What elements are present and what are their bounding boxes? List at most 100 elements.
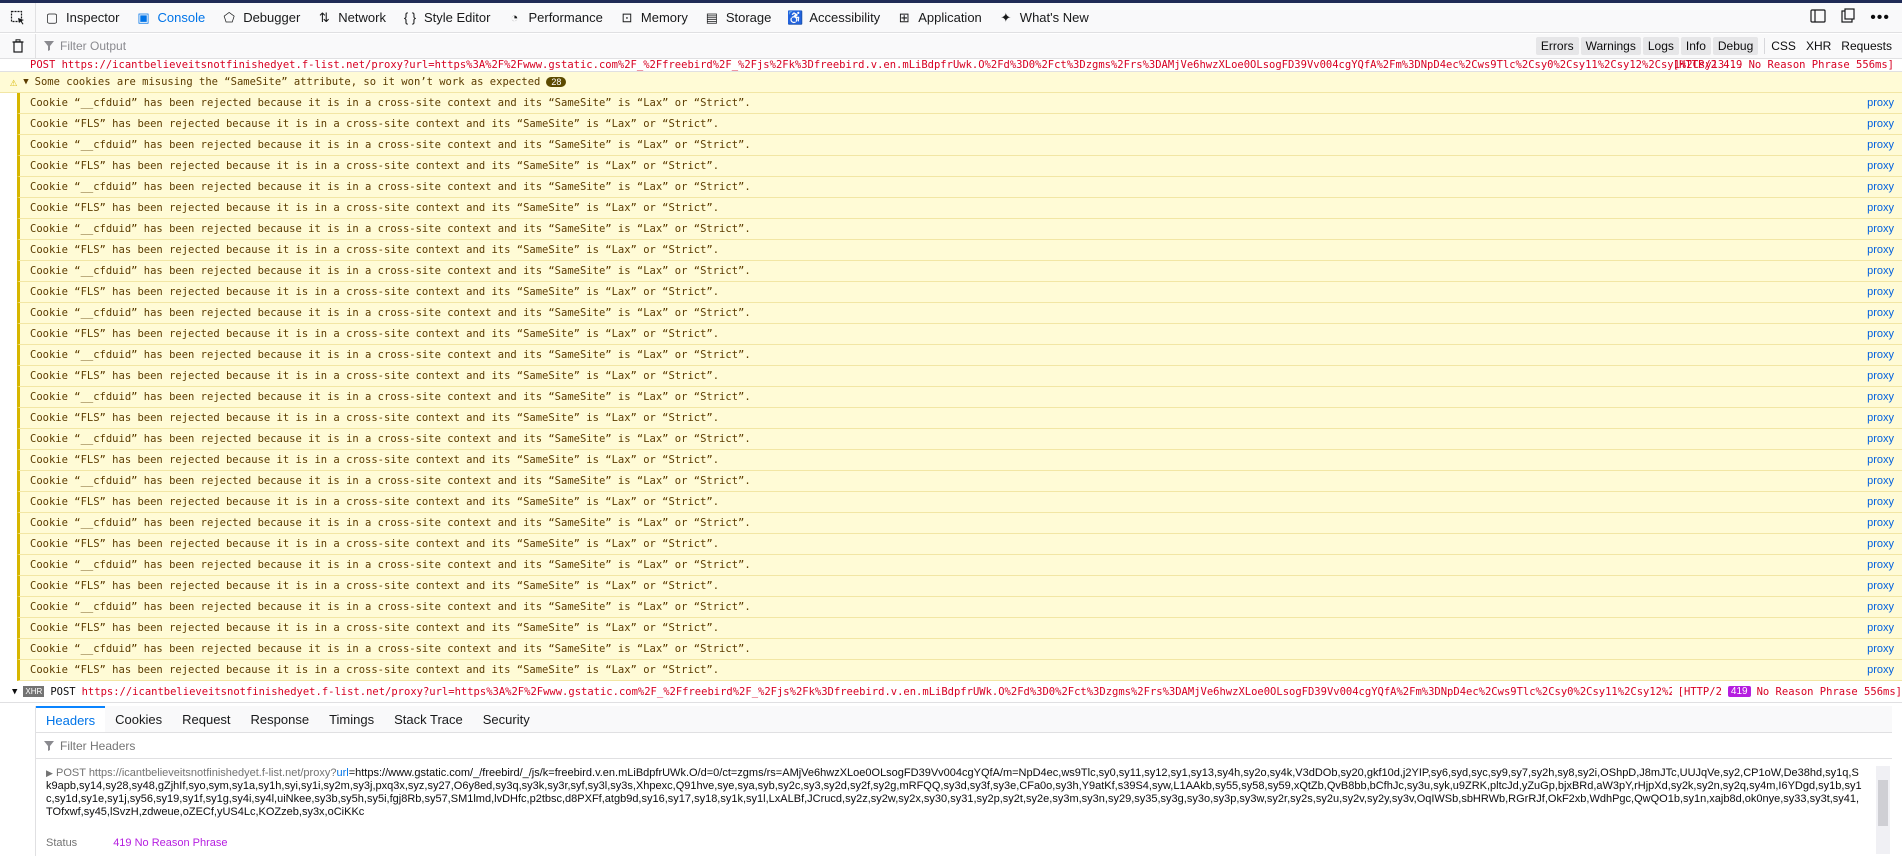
- cookie-warning-message[interactable]: Cookie “FLS” has been rejected because i…: [17, 534, 1902, 555]
- tab-style-editor[interactable]: { } Style Editor: [394, 3, 498, 33]
- message-text: Cookie “__cfduid” has been rejected beca…: [30, 307, 751, 319]
- category-requests-button[interactable]: Requests: [1841, 39, 1892, 53]
- tab-application[interactable]: ⊞ Application: [888, 3, 990, 33]
- message-source-link[interactable]: proxy: [1867, 664, 1894, 676]
- chevron-down-icon[interactable]: ▼: [23, 77, 28, 87]
- level-logs-button[interactable]: Logs: [1642, 37, 1679, 55]
- cookie-warning-message[interactable]: Cookie “__cfduid” has been rejected beca…: [17, 135, 1902, 156]
- message-source-link[interactable]: proxy: [1867, 265, 1894, 277]
- message-source-link[interactable]: proxy: [1867, 496, 1894, 508]
- message-source-link[interactable]: proxy: [1867, 118, 1894, 130]
- cookie-warning-message[interactable]: Cookie “__cfduid” has been rejected beca…: [17, 303, 1902, 324]
- cookie-warning-message[interactable]: Cookie “FLS” has been rejected because i…: [17, 114, 1902, 135]
- log-row-truncated[interactable]: POST https://icantbelieveitsnotfinishedy…: [0, 60, 1902, 72]
- tab-inspector[interactable]: ▢ Inspector: [36, 3, 127, 33]
- tab-label: What's New: [1019, 10, 1089, 25]
- cookie-warning-message[interactable]: Cookie “__cfduid” has been rejected beca…: [17, 261, 1902, 282]
- tab-console[interactable]: ▣ Console: [127, 3, 213, 33]
- cookie-warning-message[interactable]: Cookie “FLS” has been rejected because i…: [17, 576, 1902, 597]
- message-source-link[interactable]: proxy: [1867, 160, 1894, 172]
- filter-headers-input[interactable]: [60, 738, 360, 753]
- xhr-request-row[interactable]: ▼ XHR POST https://icantbelieveitsnotfin…: [0, 681, 1902, 703]
- message-source-link[interactable]: proxy: [1867, 139, 1894, 151]
- chevron-right-icon[interactable]: ▶: [46, 768, 53, 778]
- cookie-warning-message[interactable]: Cookie “__cfduid” has been rejected beca…: [17, 597, 1902, 618]
- message-source-link[interactable]: proxy: [1867, 517, 1894, 529]
- message-source-link[interactable]: proxy: [1867, 202, 1894, 214]
- cookie-warning-message[interactable]: Cookie “__cfduid” has been rejected beca…: [17, 639, 1902, 660]
- details-tab-security[interactable]: Security: [473, 706, 540, 732]
- warning-group-header[interactable]: ⚠ ▼ Some cookies are misusing the “SameS…: [0, 72, 1902, 93]
- split-console-icon[interactable]: [1840, 8, 1856, 27]
- message-source-link[interactable]: proxy: [1867, 412, 1894, 424]
- message-source-link[interactable]: proxy: [1867, 454, 1894, 466]
- message-source-link[interactable]: proxy: [1867, 643, 1894, 655]
- message-source-link[interactable]: proxy: [1867, 223, 1894, 235]
- tab-network[interactable]: ⇅ Network: [308, 3, 394, 33]
- cookie-warning-message[interactable]: Cookie “FLS” has been rejected because i…: [17, 618, 1902, 639]
- cookie-warning-message[interactable]: Cookie “FLS” has been rejected because i…: [17, 450, 1902, 471]
- cookie-warning-message[interactable]: Cookie “FLS” has been rejected because i…: [17, 366, 1902, 387]
- cookie-warning-message[interactable]: Cookie “FLS” has been rejected because i…: [17, 240, 1902, 261]
- level-warnings-button[interactable]: Warnings: [1580, 37, 1641, 55]
- message-source-link[interactable]: proxy: [1867, 475, 1894, 487]
- level-info-button[interactable]: Info: [1680, 37, 1711, 55]
- tab-memory[interactable]: ⊡ Memory: [611, 3, 696, 33]
- details-tab-response[interactable]: Response: [241, 706, 320, 732]
- details-tab-request[interactable]: Request: [172, 706, 240, 732]
- clear-console-button[interactable]: [0, 34, 36, 58]
- cookie-warning-message[interactable]: Cookie “__cfduid” has been rejected beca…: [17, 513, 1902, 534]
- message-source-link[interactable]: proxy: [1867, 244, 1894, 256]
- cookie-warning-message[interactable]: Cookie “__cfduid” has been rejected beca…: [17, 93, 1902, 114]
- tab-what-s-new[interactable]: ✦ What's New: [990, 3, 1097, 33]
- cookie-warning-message[interactable]: Cookie “__cfduid” has been rejected beca…: [17, 387, 1902, 408]
- message-source-link[interactable]: proxy: [1867, 433, 1894, 445]
- cookie-warning-message[interactable]: Cookie “FLS” has been rejected because i…: [17, 324, 1902, 345]
- responsive-design-icon[interactable]: [1810, 9, 1826, 26]
- message-source-link[interactable]: proxy: [1867, 559, 1894, 571]
- element-picker-button[interactable]: [0, 2, 36, 33]
- tab-debugger[interactable]: ⬠ Debugger: [213, 3, 308, 33]
- cookie-warning-message[interactable]: Cookie “FLS” has been rejected because i…: [17, 492, 1902, 513]
- message-source-link[interactable]: proxy: [1867, 286, 1894, 298]
- message-source-link[interactable]: proxy: [1867, 349, 1894, 361]
- cookie-warning-message[interactable]: Cookie “__cfduid” has been rejected beca…: [17, 429, 1902, 450]
- message-source-link[interactable]: proxy: [1867, 97, 1894, 109]
- details-scrollbar[interactable]: [1876, 766, 1890, 854]
- message-source-link[interactable]: proxy: [1867, 580, 1894, 592]
- details-tab-headers[interactable]: Headers: [36, 706, 106, 732]
- cookie-warning-message[interactable]: Cookie “FLS” has been rejected because i…: [17, 408, 1902, 429]
- message-source-link[interactable]: proxy: [1867, 307, 1894, 319]
- message-source-link[interactable]: proxy: [1867, 181, 1894, 193]
- scrollbar-thumb[interactable]: [1878, 780, 1888, 826]
- more-options-icon[interactable]: •••: [1870, 9, 1890, 27]
- cookie-warning-message[interactable]: Cookie “__cfduid” has been rejected beca…: [17, 471, 1902, 492]
- message-source-link[interactable]: proxy: [1867, 538, 1894, 550]
- level-errors-button[interactable]: Errors: [1535, 37, 1579, 55]
- cookie-warning-message[interactable]: Cookie “FLS” has been rejected because i…: [17, 660, 1902, 681]
- tab-performance[interactable]: ◔ Performance: [498, 3, 610, 33]
- details-tab-cookies[interactable]: Cookies: [105, 706, 172, 732]
- tab-accessibility[interactable]: ♿ Accessibility: [779, 3, 888, 33]
- message-source-link[interactable]: proxy: [1867, 622, 1894, 634]
- message-source-link[interactable]: proxy: [1867, 370, 1894, 382]
- details-tab-stack-trace[interactable]: Stack Trace: [384, 706, 473, 732]
- message-source-link[interactable]: proxy: [1867, 328, 1894, 340]
- cookie-warning-message[interactable]: Cookie “FLS” has been rejected because i…: [17, 282, 1902, 303]
- cookie-warning-message[interactable]: Cookie “FLS” has been rejected because i…: [17, 198, 1902, 219]
- details-tab-timings[interactable]: Timings: [319, 706, 384, 732]
- cookie-warning-message[interactable]: Cookie “__cfduid” has been rejected beca…: [17, 345, 1902, 366]
- cookie-warning-message[interactable]: Cookie “__cfduid” has been rejected beca…: [17, 177, 1902, 198]
- message-source-link[interactable]: proxy: [1867, 391, 1894, 403]
- tab-storage[interactable]: ▤ Storage: [696, 3, 780, 33]
- level-debug-button[interactable]: Debug: [1712, 37, 1759, 55]
- message-source-link[interactable]: proxy: [1867, 601, 1894, 613]
- category-css-button[interactable]: CSS: [1771, 39, 1796, 53]
- request-url[interactable]: https://icantbelieveitsnotfinishedyet.f-…: [82, 686, 1672, 698]
- cookie-warning-message[interactable]: Cookie “__cfduid” has been rejected beca…: [17, 219, 1902, 240]
- cookie-warning-message[interactable]: Cookie “__cfduid” has been rejected beca…: [17, 555, 1902, 576]
- cookie-warning-message[interactable]: Cookie “FLS” has been rejected because i…: [17, 156, 1902, 177]
- filter-output-input[interactable]: [60, 39, 660, 53]
- category-xhr-button[interactable]: XHR: [1806, 39, 1831, 53]
- chevron-down-icon[interactable]: ▼: [12, 687, 17, 697]
